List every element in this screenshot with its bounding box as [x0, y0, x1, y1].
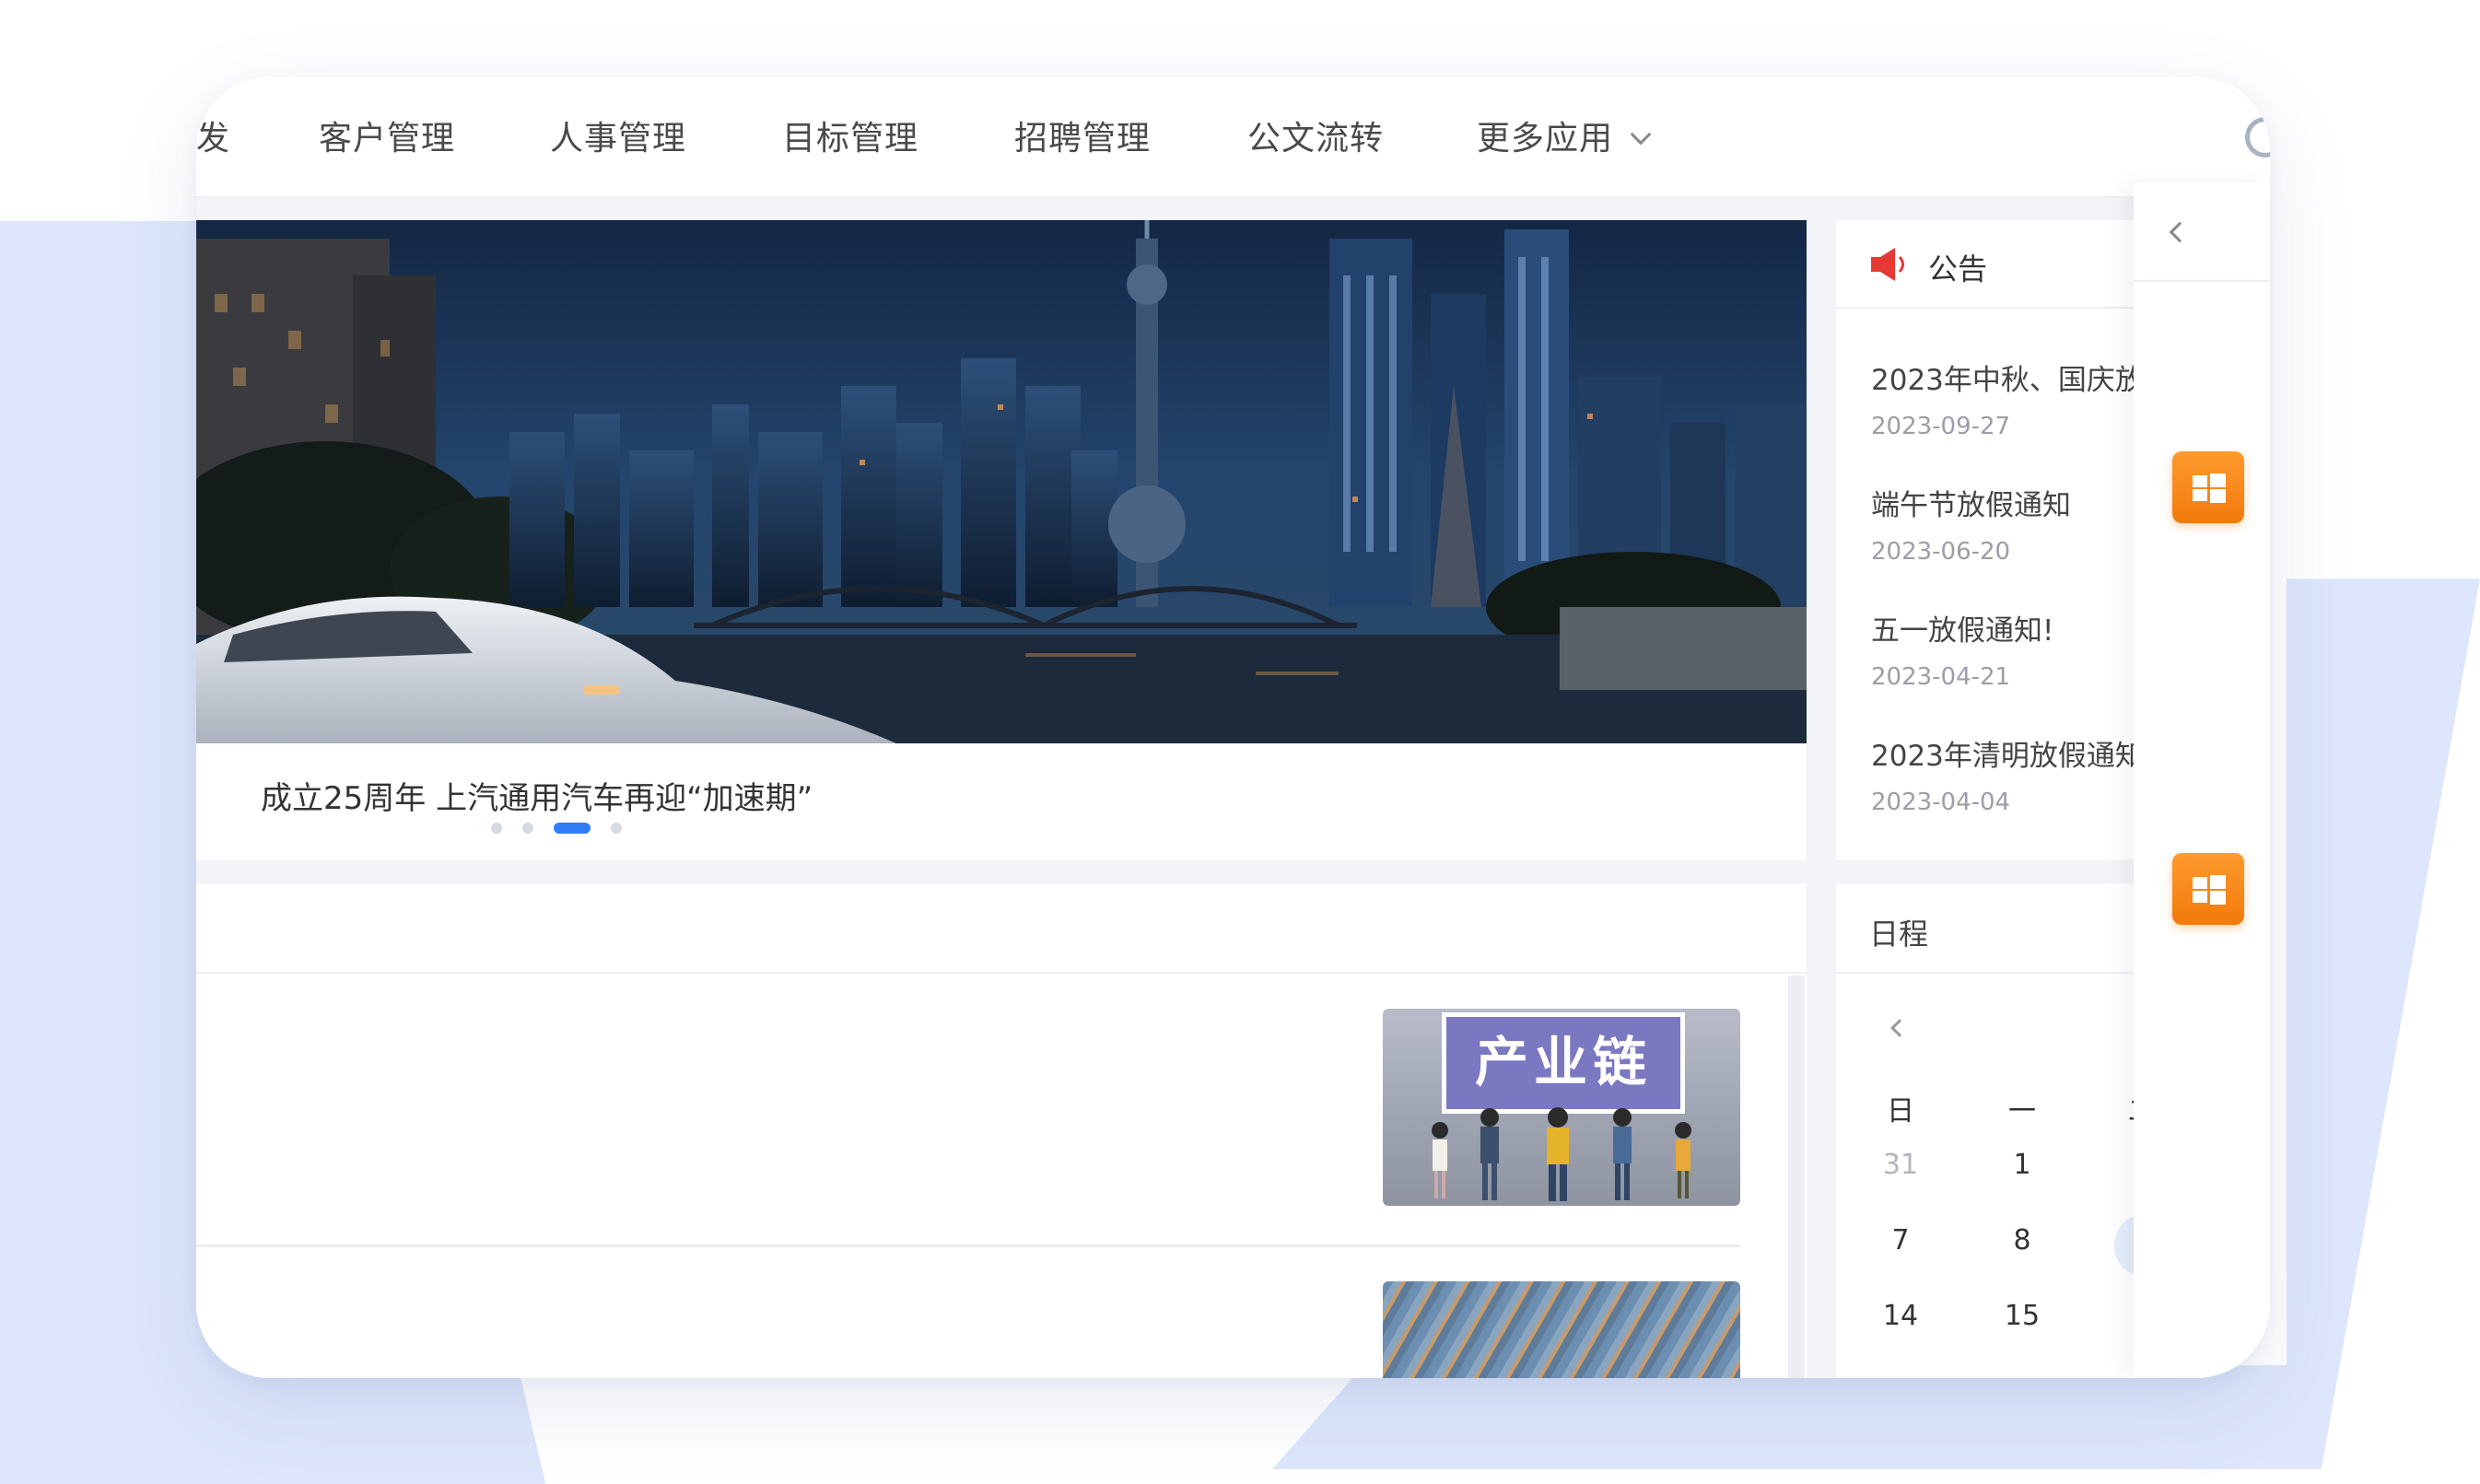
nav-item-customer[interactable]: 客户管理 — [319, 111, 455, 159]
notice-item[interactable]: 2023年中秋、国庆放 2023-09-27 — [1871, 356, 2144, 440]
speaker-icon — [1871, 248, 1904, 281]
nav-item-truncated[interactable]: 发 — [196, 111, 230, 159]
drawer-header — [2134, 182, 2270, 282]
notice-item-date: 2023-06-20 — [1871, 538, 2011, 566]
banner-carousel[interactable]: 成立25周年 上汽通用汽车再迎“加速期” — [196, 220, 1807, 859]
carousel-dot[interactable] — [491, 823, 502, 834]
calendar-day[interactable]: 14 — [1873, 1300, 1928, 1332]
nav-item-more-apps[interactable]: 更多应用 — [1477, 111, 1652, 159]
carousel-dot[interactable] — [611, 823, 622, 834]
top-nav: 发 客户管理 人事管理 目标管理 招聘管理 公文流转 更多应用 — [196, 76, 2270, 198]
nav-item-hr[interactable]: 人事管理 — [550, 111, 686, 159]
app-tile[interactable] — [2172, 451, 2244, 523]
app-tile[interactable] — [2172, 853, 2244, 925]
spinner-icon — [2239, 111, 2270, 164]
app-window: 发 客户管理 人事管理 目标管理 招聘管理 公文流转 更多应用 成立25周年 上… — [196, 76, 2270, 1378]
notice-item-date: 2023-04-04 — [1871, 789, 2011, 816]
notice-item-title: 2023年中秋、国庆放 — [1871, 364, 2144, 397]
chevron-left-icon[interactable] — [1890, 1019, 1909, 1037]
notice-item[interactable]: 五一放假通知! 2023-04-21 — [1871, 607, 2053, 691]
nav-item-documents[interactable]: 公文流转 — [1247, 111, 1384, 159]
notice-item-title: 2023年清明放假通知 — [1871, 740, 2144, 773]
calendar-day[interactable]: 31 — [1873, 1149, 1928, 1181]
carousel-indicators — [491, 823, 622, 834]
schedule-title: 日程 — [1869, 917, 1929, 952]
calendar-day[interactable]: 8 — [1995, 1224, 2050, 1256]
calendar-day[interactable]: 15 — [1995, 1300, 2050, 1332]
carousel-dot[interactable] — [522, 823, 533, 834]
nav-item-recruit[interactable]: 招聘管理 — [1014, 111, 1151, 159]
figurines-image — [1432, 1107, 1691, 1201]
news-divider — [196, 1244, 1740, 1247]
notice-item[interactable]: 2023年清明放假通知 2023-04-04 — [1871, 732, 2144, 816]
chevron-left-icon[interactable] — [2169, 221, 2191, 243]
banner-caption[interactable]: 成立25周年 上汽通用汽车再迎“加速期” — [261, 773, 813, 818]
weekday-mon: 一 — [2008, 1095, 2036, 1128]
news-scrollbar[interactable] — [1788, 976, 1805, 1378]
notice-title: 公告 — [1928, 251, 1988, 286]
app-drawer — [2134, 182, 2270, 1378]
nav-more-label: 更多应用 — [1477, 120, 1614, 158]
notice-item[interactable]: 端午节放假通知 2023-06-20 — [1871, 482, 2071, 566]
carousel-dot-active[interactable] — [554, 823, 591, 834]
weekday-sun: 日 — [1887, 1095, 1914, 1128]
chevron-down-icon — [1630, 123, 1652, 146]
news-thumbnail-industry-chain[interactable]: 产业链 — [1383, 1009, 1740, 1206]
calendar-day[interactable]: 7 — [1873, 1224, 1928, 1256]
notice-item-date: 2023-09-27 — [1871, 413, 2011, 440]
news-card-header — [196, 883, 1807, 974]
banner-image[interactable] — [196, 220, 1807, 743]
nav-item-goals[interactable]: 目标管理 — [782, 111, 918, 159]
notice-item-title: 五一放假通知! — [1871, 614, 2054, 648]
windows-icon — [2193, 875, 2226, 905]
news-thumbnail-aerial[interactable] — [1383, 1281, 1740, 1378]
windows-icon — [2193, 473, 2226, 503]
news-list-card: 产业链 — [196, 883, 1807, 1378]
calendar-day[interactable]: 1 — [1995, 1149, 2050, 1181]
notice-item-date: 2023-04-21 — [1871, 663, 2011, 691]
notice-item-title: 端午节放假通知 — [1871, 489, 2071, 522]
city-skyline-image — [196, 220, 1807, 743]
